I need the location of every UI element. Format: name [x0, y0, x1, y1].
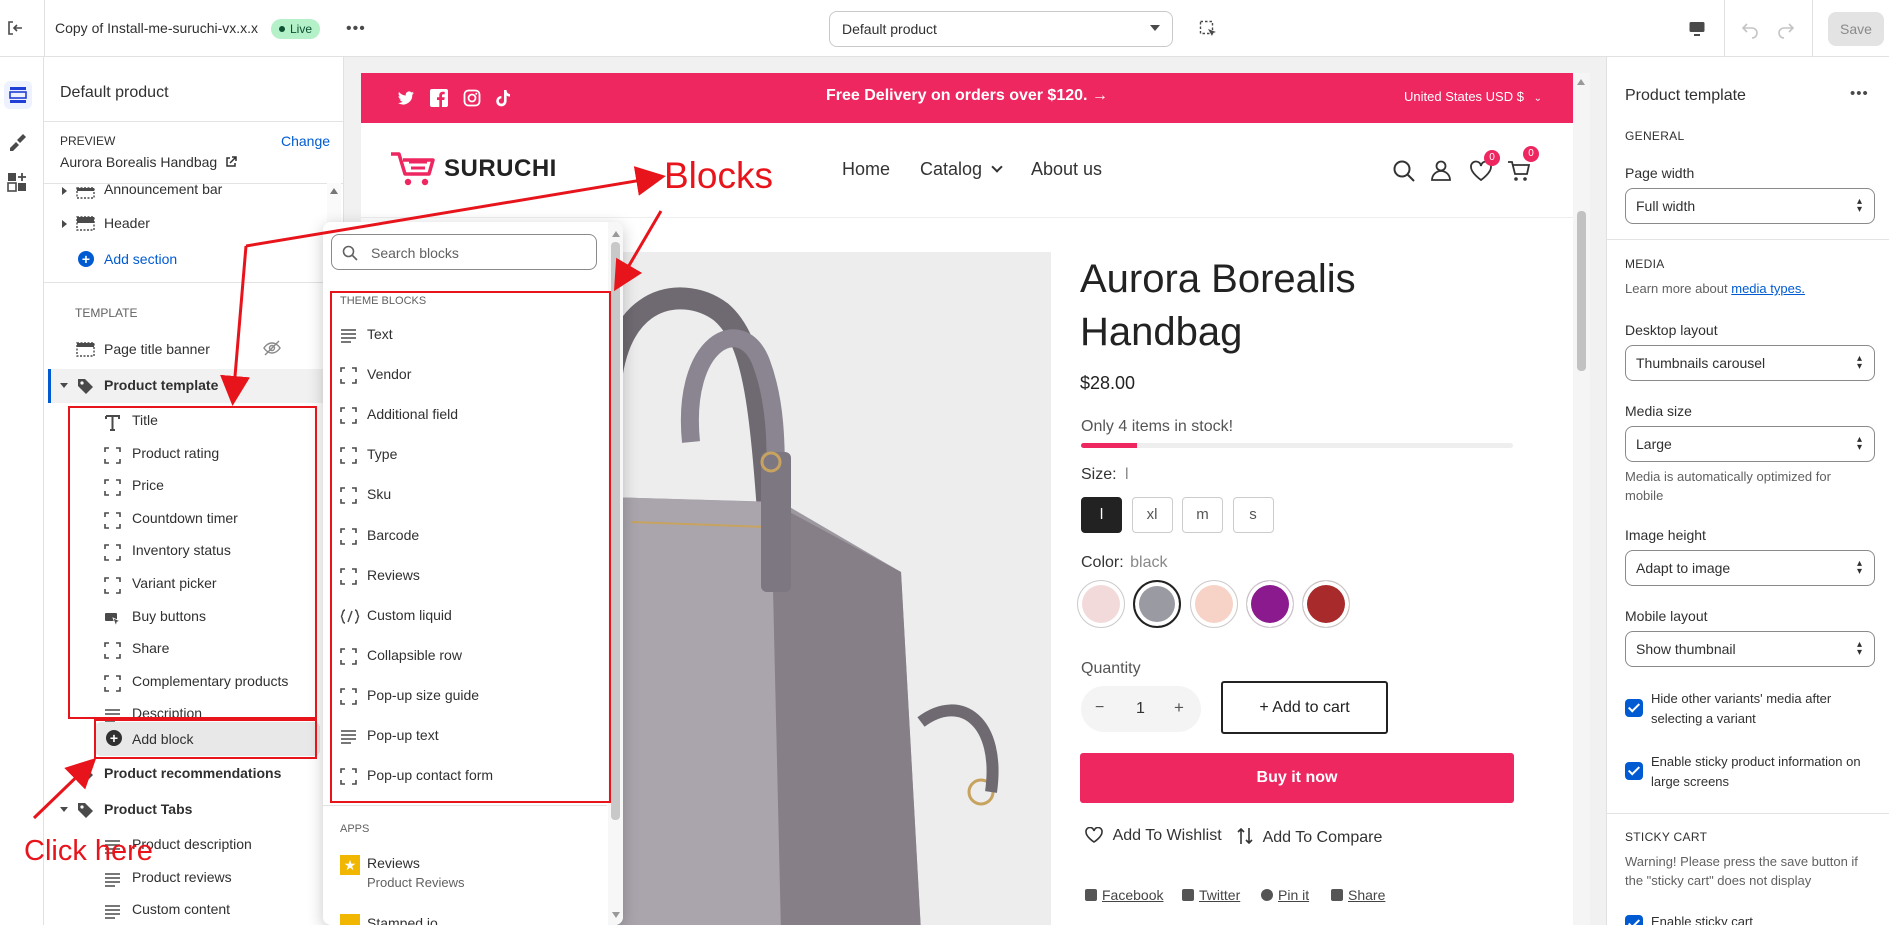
arrow-to-sidebar-blocks	[220, 245, 250, 406]
annotation-arrows	[32, 166, 666, 820]
arrow-to-blocks-label	[245, 166, 666, 248]
arrow-to-add-block	[32, 757, 97, 820]
arrow-to-theme-blocks	[613, 210, 663, 292]
